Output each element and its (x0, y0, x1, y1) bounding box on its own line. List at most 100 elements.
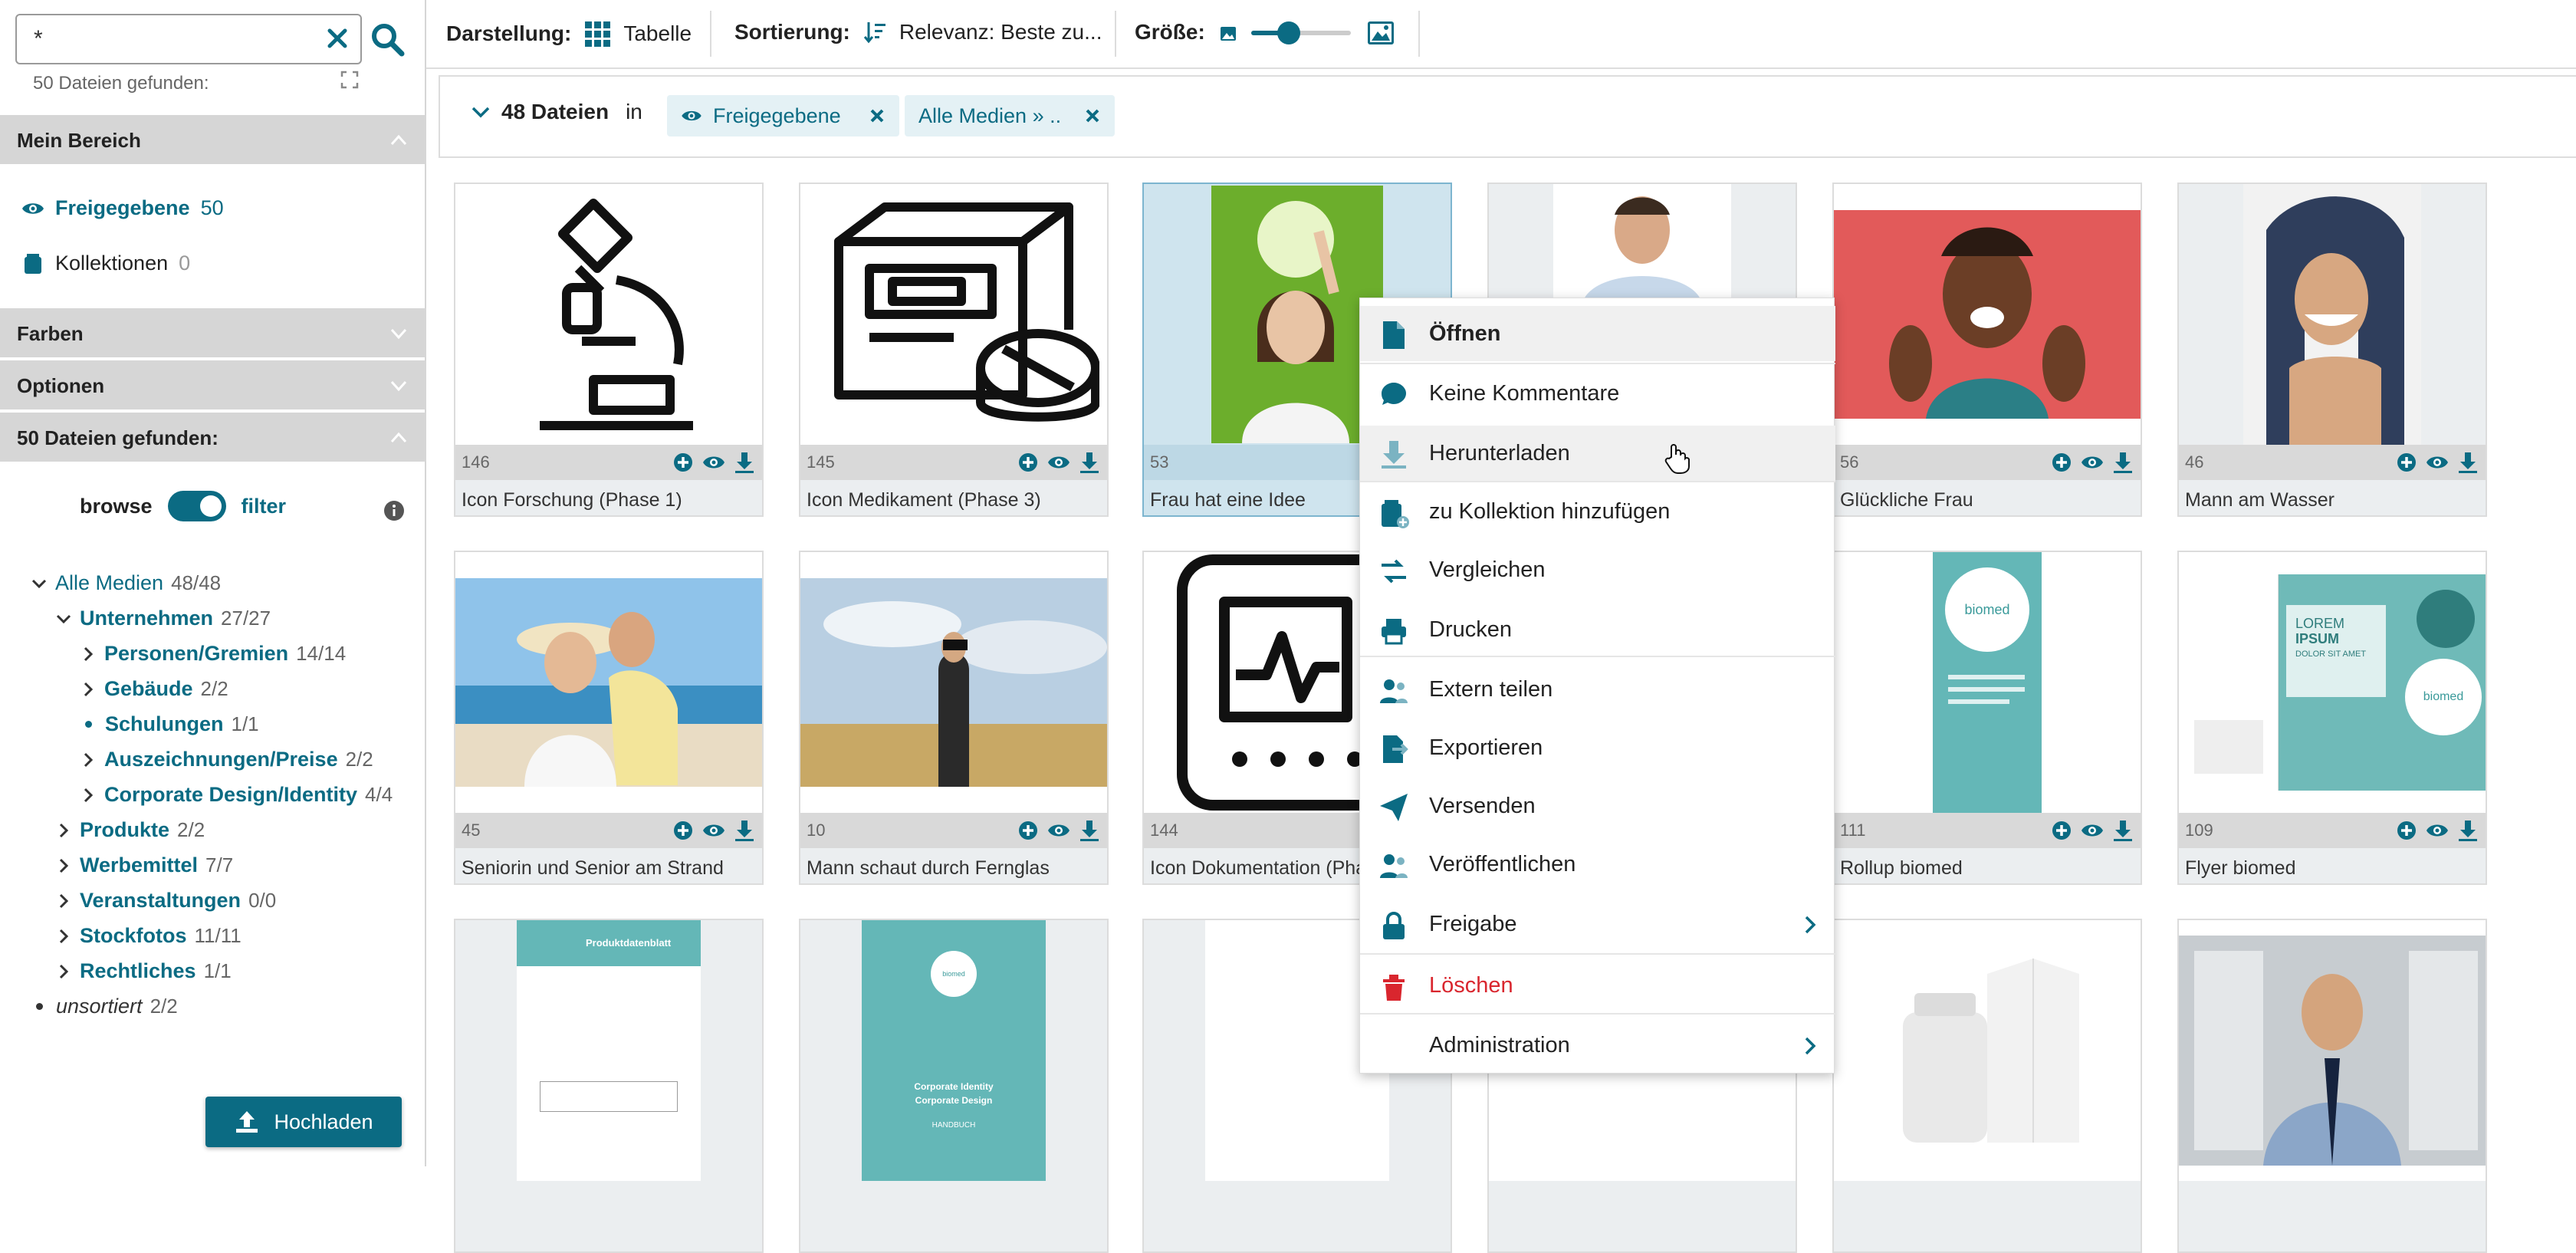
small-image-icon[interactable] (1219, 25, 1237, 43)
download-icon[interactable] (2111, 819, 2134, 842)
chevron-right-icon[interactable] (80, 646, 97, 663)
fullscreen-icon[interactable] (340, 71, 359, 89)
menu-release[interactable]: Freigabe (1360, 896, 1835, 952)
chevron-right-icon[interactable] (80, 681, 97, 698)
chevron-right-icon[interactable] (55, 963, 72, 980)
add-icon[interactable] (672, 819, 695, 842)
close-icon[interactable] (1084, 107, 1101, 124)
add-icon[interactable] (1017, 451, 1040, 474)
menu-export[interactable]: Exportieren (1360, 720, 1835, 775)
thumbnail-photo (455, 552, 762, 813)
chevron-right-icon[interactable] (55, 928, 72, 945)
chevron-right-icon[interactable] (55, 893, 72, 909)
tree-item[interactable]: Gebäude 2/2 (80, 677, 228, 701)
download-icon[interactable] (1078, 819, 1101, 842)
asset-card[interactable]: 10 Mann schaut durch Fernglas (799, 551, 1109, 885)
menu-compare[interactable]: Vergleichen (1360, 542, 1835, 597)
card-meta: 10 (800, 813, 1107, 848)
asset-card[interactable]: 46 Mann am Wasser (2177, 183, 2487, 517)
asset-card[interactable]: 145 Icon Medikament (Phase 3) (799, 183, 1109, 517)
tree-item[interactable]: Veranstaltungen 0/0 (55, 889, 276, 913)
section-farben[interactable]: Farben (0, 308, 425, 357)
menu-send[interactable]: Versenden (1360, 778, 1835, 834)
download-icon[interactable] (2456, 451, 2479, 474)
download-icon[interactable] (733, 451, 756, 474)
filter-chip-freigegebene[interactable]: Freigegebene (667, 95, 899, 136)
chevron-right-icon[interactable] (80, 787, 97, 804)
menu-print[interactable]: Drucken (1360, 602, 1835, 657)
add-icon[interactable] (2395, 819, 2418, 842)
asset-card[interactable]: biomed Corporate Identity Corporate Desi… (799, 919, 1109, 1253)
add-icon[interactable] (2050, 819, 2073, 842)
download-icon[interactable] (2456, 819, 2479, 842)
tree-item[interactable]: Produkte 2/2 (55, 818, 205, 842)
search-input[interactable]: * (15, 14, 362, 64)
results-summary[interactable]: 48 Dateien in (471, 100, 642, 124)
chevron-down-icon[interactable] (55, 610, 72, 627)
filter-chip-alle-medien[interactable]: Alle Medien » .. (905, 95, 1116, 136)
asset-card[interactable]: biomed 111 Rollup biomed (1832, 551, 2142, 885)
download-icon[interactable] (2111, 451, 2134, 474)
menu-comments[interactable]: Keine Kommentare (1360, 366, 1835, 421)
section-optionen[interactable]: Optionen (0, 360, 425, 409)
asset-card[interactable]: 45 Seniorin und Senior am Strand (454, 551, 764, 885)
asset-card[interactable] (2177, 919, 2487, 1253)
tree-item[interactable]: Schulungen 1/1 (80, 712, 259, 736)
size-slider-knob[interactable] (1277, 21, 1300, 44)
eye-icon[interactable] (1047, 819, 1070, 842)
tree-item[interactable]: Werbemittel 7/7 (55, 853, 233, 877)
menu-publish[interactable]: Veröffentlichen (1360, 837, 1835, 892)
asset-card[interactable]: LOREM IPSUM DOLOR SIT AMET biomed 109 Fl… (2177, 551, 2487, 885)
menu-share-external[interactable]: Extern teilen (1360, 662, 1835, 717)
chevron-down-icon[interactable] (31, 575, 48, 592)
sort-control[interactable]: Sortierung: Relevanz: Beste zu... (734, 20, 1102, 44)
tree-item[interactable]: Corporate Design/Identity 4/4 (80, 783, 393, 807)
tree-item[interactable]: Personen/Gremien 14/14 (80, 642, 346, 666)
menu-administration[interactable]: Administration (1360, 1018, 1835, 1073)
size-slider[interactable] (1251, 21, 1351, 44)
search-icon[interactable] (370, 21, 405, 57)
tree-item[interactable]: Auszeichnungen/Preise 2/2 (80, 748, 373, 771)
clear-search-icon[interactable] (322, 23, 353, 54)
eye-icon[interactable] (2426, 451, 2449, 474)
tree-item[interactable]: Stockfotos 11/11 (55, 924, 242, 948)
download-icon[interactable] (1078, 451, 1101, 474)
add-icon[interactable] (2395, 451, 2418, 474)
tree-item[interactable]: Rechtliches 1/1 (55, 959, 232, 983)
asset-card[interactable] (1832, 919, 2142, 1253)
add-icon[interactable] (672, 451, 695, 474)
eye-icon[interactable] (702, 451, 725, 474)
sidebar-item-kollektionen[interactable]: Kollektionen 0 (21, 252, 190, 275)
chevron-right-icon[interactable] (55, 822, 72, 839)
large-image-icon[interactable] (1366, 18, 1395, 48)
menu-item-label: zu Kollektion hinzufügen (1429, 499, 1671, 524)
asset-card[interactable]: 146 Icon Forschung (Phase 1) (454, 183, 764, 517)
browse-filter-toggle[interactable] (167, 491, 226, 521)
add-icon[interactable] (2050, 451, 2073, 474)
tree-item[interactable]: Unternehmen 27/27 (55, 607, 271, 630)
info-icon[interactable] (383, 500, 405, 521)
sidebar-item-freigegebene[interactable]: Freigegebene 50 (21, 196, 224, 220)
view-mode-control[interactable]: Darstellung: Tabelle (446, 20, 692, 48)
eye-icon[interactable] (1047, 451, 1070, 474)
chevron-right-icon[interactable] (80, 751, 97, 768)
section-mein-bereich[interactable]: Mein Bereich (0, 115, 425, 164)
eye-icon[interactable] (2081, 819, 2104, 842)
eye-icon[interactable] (2426, 819, 2449, 842)
add-icon[interactable] (1017, 819, 1040, 842)
tree-item[interactable]: Alle Medien 48/48 (31, 571, 221, 595)
eye-icon[interactable] (702, 819, 725, 842)
asset-card[interactable]: 56 Glückliche Frau (1832, 183, 2142, 517)
menu-download[interactable]: Herunterladen (1360, 426, 1835, 481)
menu-add-collection[interactable]: zu Kollektion hinzufügen (1360, 484, 1835, 539)
eye-icon[interactable] (2081, 451, 2104, 474)
section-results[interactable]: 50 Dateien gefunden: (0, 413, 425, 462)
chevron-right-icon[interactable] (55, 857, 72, 874)
upload-button[interactable]: Hochladen (205, 1097, 402, 1147)
close-icon[interactable] (869, 107, 886, 124)
menu-open[interactable]: Öffnen (1360, 306, 1835, 361)
download-icon[interactable] (733, 819, 756, 842)
asset-card[interactable]: Produktdatenblatt (454, 919, 764, 1253)
menu-delete[interactable]: Löschen (1360, 958, 1835, 1013)
tree-item[interactable]: unsortiert 2/2 (31, 995, 178, 1018)
